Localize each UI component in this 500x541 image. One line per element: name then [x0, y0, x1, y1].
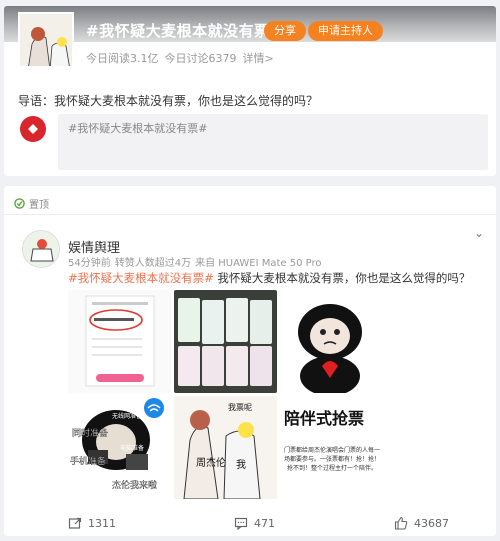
- share-button[interactable]: 分享: [264, 21, 306, 41]
- post-hashtag[interactable]: #我怀疑大麦根本就没有票#: [68, 271, 214, 285]
- post-image-1[interactable]: [68, 290, 171, 393]
- details-link[interactable]: 详情>: [243, 50, 274, 66]
- comment-icon: [234, 517, 248, 530]
- repost-count: 1311: [88, 516, 116, 530]
- discussions-stat: 今日讨论6379: [164, 52, 237, 65]
- topic-title: #我怀疑大麦根本就没有票#: [86, 22, 283, 40]
- meme-text-prepare: 同时准备: [72, 427, 108, 439]
- repost-icon: [68, 517, 82, 529]
- post-time: 54分钟前: [68, 258, 111, 269]
- topic-intro: 导语：我怀疑大麦根本就没有票，你也是这么觉得的吗？: [18, 94, 319, 108]
- author-avatar[interactable]: [22, 230, 60, 268]
- post-input[interactable]: #我怀疑大麦根本就没有票#: [58, 114, 488, 170]
- comment-count: 471: [254, 516, 275, 530]
- pinned-tag: 置顶: [14, 196, 49, 211]
- post-image-5[interactable]: 我票呢 周杰伦 我: [174, 396, 277, 499]
- repost-action[interactable]: 1311: [68, 516, 116, 530]
- pin-icon: [14, 198, 25, 209]
- post-text: #我怀疑大麦根本就没有票# 我怀疑大麦根本就没有票，你也是这么觉得的吗？: [68, 270, 488, 286]
- reads-stat: 今日阅读3.1亿: [86, 52, 159, 65]
- meme-text-jay: 杰伦我来啦: [112, 479, 157, 491]
- meme-body: 门票都给周杰伦演唱会门票的人每一场都要参与。一张票都有！抢！抢！抢不到！整个过程…: [284, 447, 380, 472]
- endorse-count: 转赞人数超过4万: [114, 258, 192, 269]
- comment-action[interactable]: 471: [234, 516, 275, 530]
- post-image-2[interactable]: [174, 290, 277, 393]
- meme-text-wifi: 无线网准备: [112, 412, 142, 420]
- meme-title: 陪伴式抢票: [284, 409, 364, 428]
- like-action[interactable]: 43687: [394, 516, 449, 530]
- apply-host-button[interactable]: 申请主持人: [308, 21, 383, 41]
- topic-stats: 今日阅读3.1亿 今日讨论6379 详情>: [86, 50, 274, 66]
- divider: [4, 214, 496, 215]
- meme-text-jaychou: 周杰伦: [196, 456, 226, 469]
- thumbs-up-icon: [394, 516, 408, 530]
- like-count: 43687: [414, 516, 449, 530]
- post-meta: 54分钟前 转赞人数超过4万 来自 HUAWEI Mate 50 Pro: [68, 254, 322, 269]
- meme-text-phone: 手机准备: [70, 455, 106, 467]
- pinned-label: 置顶: [29, 200, 49, 211]
- chevron-down-icon[interactable]: ⌄: [474, 226, 484, 240]
- feed-card: 置顶 娱情舆理 ⌄ 54分钟前 转赞人数超过4万 来自 HUAWEI Mate …: [4, 186, 496, 536]
- post-image-4[interactable]: 同时准备 手机准备 电脑准备 杰伦我来啦 无线网准备: [68, 396, 171, 499]
- topic-thumbnail: [18, 12, 74, 68]
- meme-text-me: 我: [236, 459, 246, 471]
- topic-card: #我怀疑大麦根本就没有票# 分享 申请主持人 今日阅读3.1亿 今日讨论6379…: [4, 6, 496, 176]
- post-source: 来自 HUAWEI Mate 50 Pro: [195, 258, 322, 269]
- post-body: 我怀疑大麦根本就没有票，你也是这么觉得的吗？: [213, 271, 471, 285]
- meme-text-wheres-ticket: 我票呢: [228, 402, 252, 412]
- post-image-6[interactable]: 陪伴式抢票 门票都给周杰伦演唱会门票的人每一场都要参与。一张票都有！抢！抢！抢不…: [280, 396, 383, 499]
- meme-text-computer: 电脑准备: [120, 444, 144, 452]
- user-avatar: [20, 116, 46, 142]
- post-image-3[interactable]: [280, 290, 383, 393]
